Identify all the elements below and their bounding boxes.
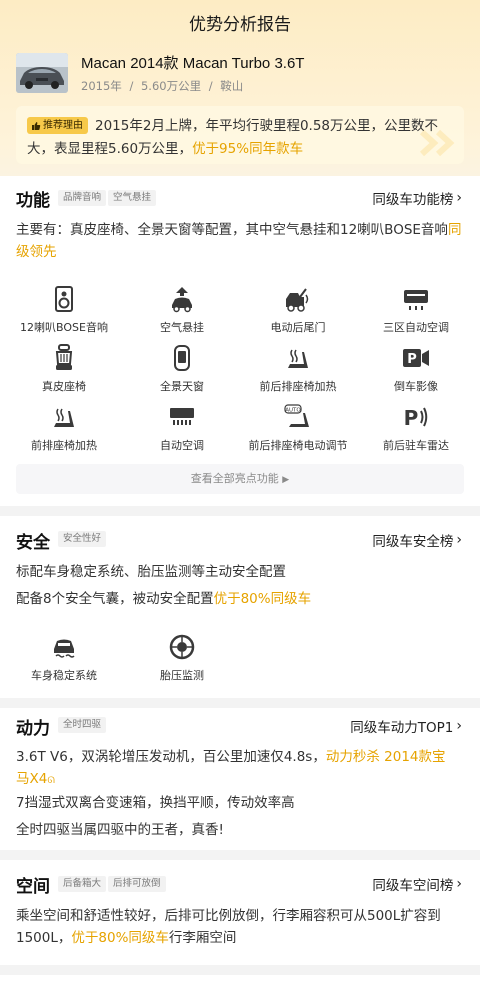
- next-card-peek: [0, 975, 480, 1005]
- feature-item[interactable]: 全景天窗: [126, 344, 238, 394]
- function-card: 功能 品牌音响 空气悬挂 同级车功能榜 › 主要有：真皮座椅、全景天窗等配置，其…: [0, 176, 480, 506]
- recommend-reason-box: 2015年2月上牌，年平均行驶里程0.58万公里，公里数不大，表显里程5.60万…: [16, 106, 464, 164]
- tri-zone-ac-icon: [404, 290, 428, 310]
- feature-item[interactable]: 三区自动空调: [360, 285, 472, 335]
- thumbs-up-icon: [32, 121, 41, 130]
- car-year: 2015年: [81, 79, 122, 93]
- front-seat-heating-icon: [54, 408, 74, 427]
- feature-item[interactable]: AUTO 前后排座椅电动调节: [242, 403, 354, 453]
- triangle-right-icon: ▶: [282, 475, 290, 485]
- power-card: 动力 全时四驱 同级车动力TOP1 › 3.6T V6，双涡轮增压发动机，百公里…: [0, 708, 480, 850]
- tire-pressure-icon: [169, 634, 195, 660]
- svg-text:P: P: [404, 406, 419, 430]
- seat-heating-icon: [288, 349, 308, 368]
- safety-rank-link[interactable]: 同级车安全榜 ›: [372, 530, 462, 550]
- page-title: 优势分析报告: [189, 15, 291, 35]
- parking-radar-icon: P: [404, 406, 428, 430]
- svg-text:P: P: [407, 352, 417, 367]
- feature-item[interactable]: 自动空调: [126, 403, 238, 453]
- car-mileage: 5.60万公里: [140, 79, 202, 93]
- feature-item[interactable]: P 倒车影像: [360, 344, 472, 394]
- space-card: 空间 后备箱大 后排可放倒 同级车空间榜 › 乘坐空间和舒适性较好，后排可比例放…: [0, 860, 480, 965]
- function-desc: 主要有：真皮座椅、全景天窗等配置，其中空气悬挂和12喇叭BOSE音响同级领先: [16, 222, 462, 260]
- feature-item[interactable]: 胎压监测: [126, 633, 238, 683]
- recommend-highlight: 优于95%同年款车: [192, 141, 304, 157]
- safety-line-2: 配备8个安全气囊，被动安全配置优于80%同级车: [16, 591, 312, 607]
- function-tag-0: 品牌音响: [58, 190, 107, 206]
- power-rank-link[interactable]: 同级车动力TOP1 ›: [350, 716, 462, 736]
- power-tailgate-icon: [286, 288, 309, 312]
- car-name: Macan 2014款 Macan Turbo 3.6T: [81, 55, 305, 72]
- feature-item[interactable]: 电动后尾门: [242, 285, 354, 335]
- function-tag-1: 空气悬挂: [108, 190, 157, 206]
- power-seat-adjust-icon: AUTO: [284, 404, 309, 427]
- feature-item[interactable]: 前后排座椅加热: [242, 344, 354, 394]
- chevron-right-icon: ›: [456, 190, 462, 206]
- space-rank-link[interactable]: 同级车空间榜 ›: [372, 874, 462, 894]
- space-tag-1: 后排可放倒: [108, 876, 166, 892]
- link-icon: ᘏ: [47, 776, 55, 786]
- view-all-features-button[interactable]: 查看全部亮点功能 ▶: [16, 464, 464, 494]
- stability-control-icon: [54, 639, 75, 658]
- chevron-right-icon: ›: [456, 532, 462, 548]
- car-meta: 2015年 / 5.60万公里 / 鞍山: [81, 79, 244, 93]
- function-rank-link[interactable]: 同级车功能榜 ›: [372, 188, 462, 208]
- space-line-1: 乘坐空间和舒适性较好，后排可比例放倒，行李厢容积可从500L扩容到1500L，优…: [16, 908, 441, 946]
- svg-text:AUTO: AUTO: [285, 407, 301, 413]
- power-tag: 全时四驱: [58, 717, 107, 733]
- feature-item[interactable]: 空气悬挂: [126, 285, 238, 335]
- safety-line-1: 标配车身稳定系统、胎压监测等主动安全配置: [16, 564, 286, 580]
- function-title: 功能: [16, 191, 50, 211]
- space-tag-0: 后备箱大: [58, 876, 107, 892]
- feature-item[interactable]: 真皮座椅: [8, 344, 120, 394]
- safety-tag: 安全性好: [58, 531, 107, 547]
- power-title: 动力: [16, 719, 50, 739]
- air-suspension-icon: [172, 287, 192, 313]
- feature-item[interactable]: P 前后驻车雷达: [360, 403, 472, 453]
- panoramic-sunroof-icon: [174, 345, 190, 371]
- car-thumbnail[interactable]: [16, 53, 68, 93]
- chevron-right-icon: ›: [456, 718, 462, 734]
- auto-ac-icon: [170, 408, 194, 425]
- chevron-right-icon: ›: [456, 876, 462, 892]
- feature-item[interactable]: 12喇叭BOSE音响: [8, 285, 120, 335]
- power-line-1: 3.6T V6，双涡轮增压发动机，百公里加速仅4.8s，动力秒杀 2014款宝马…: [16, 749, 446, 787]
- recommend-badge: 推荐理由: [27, 117, 88, 134]
- power-line-3: 全时四驱当属四驱中的王者，真香!: [16, 822, 224, 838]
- car-city: 鞍山: [220, 79, 244, 93]
- feature-item[interactable]: 前排座椅加热: [8, 403, 120, 453]
- safety-card: 安全 安全性好 同级车安全榜 › 标配车身稳定系统、胎压监测等主动安全配置 配备…: [0, 516, 480, 698]
- space-title: 空间: [16, 877, 50, 897]
- speaker-icon: [55, 286, 73, 312]
- feature-item[interactable]: 车身稳定系统: [8, 633, 120, 683]
- reverse-camera-icon: P: [403, 349, 429, 367]
- power-line-2: 7挡湿式双离合变速箱，换挡平顺，传动效率高: [16, 795, 295, 811]
- safety-title: 安全: [16, 533, 50, 553]
- leather-seat-icon: [55, 344, 73, 370]
